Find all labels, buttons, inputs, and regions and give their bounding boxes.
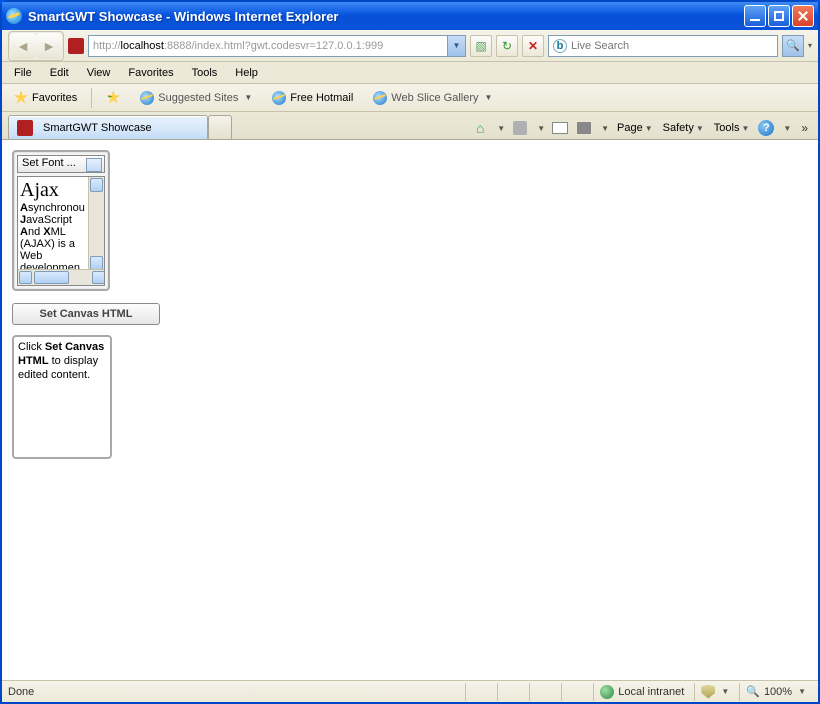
address-bar[interactable]: http://localhost:8888/index.html?gwt.cod… xyxy=(88,35,448,57)
refresh-button[interactable]: ↻ xyxy=(496,35,518,57)
close-button[interactable] xyxy=(792,5,814,27)
rich-text-area[interactable]: Ajax Asynchronou JavaScript And XML (AJA… xyxy=(17,176,105,286)
star-icon xyxy=(14,91,28,105)
tab-smartgwt-showcase[interactable]: SmartGWT Showcase xyxy=(8,115,208,139)
print-icon[interactable] xyxy=(575,119,593,137)
status-bar: Done Local intranet ▼ 100% ▼ xyxy=(2,680,818,702)
chevron-down-icon: ▼ xyxy=(484,93,492,102)
safety-menu[interactable]: Safety▼ xyxy=(661,120,706,136)
forward-button[interactable]: ► xyxy=(36,33,62,59)
read-mail-icon[interactable] xyxy=(551,119,569,137)
zoom-icon xyxy=(746,685,760,698)
rich-text-editor: Set Font ... Ajax Asynchronou JavaScript… xyxy=(12,150,110,291)
suggested-sites-link[interactable]: Suggested Sites ▼ xyxy=(134,89,258,107)
menu-bar: File Edit View Favorites Tools Help xyxy=(2,62,818,84)
ie-icon xyxy=(272,91,286,105)
search-box[interactable]: b Live Search xyxy=(548,35,778,57)
set-canvas-html-button[interactable]: Set Canvas HTML xyxy=(12,303,160,325)
page-content: Set Font ... Ajax Asynchronou JavaScript… xyxy=(2,140,818,680)
tab-title: SmartGWT Showcase xyxy=(43,122,152,134)
protected-mode[interactable]: ▼ xyxy=(694,683,735,701)
canvas-text-1: Click xyxy=(18,341,45,353)
nav-toolbar: ◄ ► http://localhost:8888/index.html?gwt… xyxy=(2,30,818,62)
site-icon xyxy=(17,120,33,136)
page-menu[interactable]: Page▼ xyxy=(615,120,655,136)
status-text: Done xyxy=(8,686,34,698)
zone-label: Local intranet xyxy=(618,686,684,698)
web-slice-label: Web Slice Gallery xyxy=(391,92,478,104)
web-slice-link[interactable]: Web Slice Gallery ▼ xyxy=(367,89,498,107)
menu-view[interactable]: View xyxy=(79,65,119,81)
ie-icon xyxy=(373,91,387,105)
canvas-output: Click Set Canvas HTML to display edited … xyxy=(12,335,112,459)
status-cell xyxy=(465,683,493,701)
font-combo-label: Set Font ... xyxy=(22,157,76,169)
browser-window: SmartGWT Showcase - Windows Internet Exp… xyxy=(0,0,820,704)
titlebar: SmartGWT Showcase - Windows Internet Exp… xyxy=(2,2,818,30)
toolbar-overflow[interactable]: » xyxy=(797,121,812,135)
minimize-button[interactable] xyxy=(744,5,766,27)
free-hotmail-label: Free Hotmail xyxy=(290,92,353,104)
status-cell xyxy=(497,683,525,701)
tab-bar: SmartGWT Showcase ⌂▼ ▼ ▼ Page▼ Safety▼ T… xyxy=(2,112,818,140)
shield-icon xyxy=(701,685,715,699)
new-tab-button[interactable] xyxy=(208,115,232,139)
menu-favorites[interactable]: Favorites xyxy=(120,65,181,81)
add-favorite-button[interactable] xyxy=(100,89,126,107)
address-dropdown[interactable]: ▼ xyxy=(448,35,466,57)
menu-edit[interactable]: Edit xyxy=(42,65,77,81)
url-path: :8888/index.html?gwt.codesvr=127.0.0.1:9… xyxy=(164,40,383,52)
search-placeholder: Live Search xyxy=(571,40,629,52)
maximize-button[interactable] xyxy=(768,5,790,27)
suggested-sites-label: Suggested Sites xyxy=(158,92,238,104)
menu-tools[interactable]: Tools xyxy=(184,65,226,81)
status-cell xyxy=(561,683,589,701)
font-combo[interactable]: Set Font ... xyxy=(17,155,105,173)
status-cell xyxy=(529,683,557,701)
horizontal-scrollbar[interactable] xyxy=(18,269,105,285)
window-title: SmartGWT Showcase - Windows Internet Exp… xyxy=(28,9,744,24)
home-icon[interactable]: ⌂ xyxy=(471,119,489,137)
back-button[interactable]: ◄ xyxy=(10,33,36,59)
zoom-control[interactable]: 100% ▼ xyxy=(739,683,812,701)
search-button[interactable]: 🔍 xyxy=(782,35,804,57)
favorites-label: Favorites xyxy=(32,92,77,104)
security-zone[interactable]: Local intranet xyxy=(593,683,690,701)
favorites-button[interactable]: Favorites xyxy=(8,89,83,107)
vertical-scrollbar[interactable] xyxy=(88,177,104,271)
favorites-bar: Favorites Suggested Sites ▼ Free Hotmail… xyxy=(2,84,818,112)
url-protocol: http:// xyxy=(93,40,121,52)
globe-icon xyxy=(600,685,614,699)
ie-logo-icon xyxy=(6,8,22,24)
editor-heading: Ajax xyxy=(20,179,59,201)
menu-help[interactable]: Help xyxy=(227,65,266,81)
site-icon xyxy=(68,38,84,54)
tools-menu[interactable]: Tools▼ xyxy=(712,120,752,136)
compat-button[interactable]: ▧ xyxy=(470,35,492,57)
feeds-icon[interactable] xyxy=(511,119,529,137)
url-host: localhost xyxy=(121,40,164,52)
menu-file[interactable]: File xyxy=(6,65,40,81)
stop-button[interactable]: ✕ xyxy=(522,35,544,57)
set-canvas-button-label: Set Canvas HTML xyxy=(40,308,133,320)
ie-icon xyxy=(140,91,154,105)
free-hotmail-link[interactable]: Free Hotmail xyxy=(266,89,359,107)
help-icon[interactable]: ? xyxy=(757,119,775,137)
bing-icon: b xyxy=(553,39,567,53)
star-plus-icon xyxy=(106,91,120,105)
chevron-down-icon: ▼ xyxy=(244,93,252,102)
zoom-level: 100% xyxy=(764,686,792,698)
